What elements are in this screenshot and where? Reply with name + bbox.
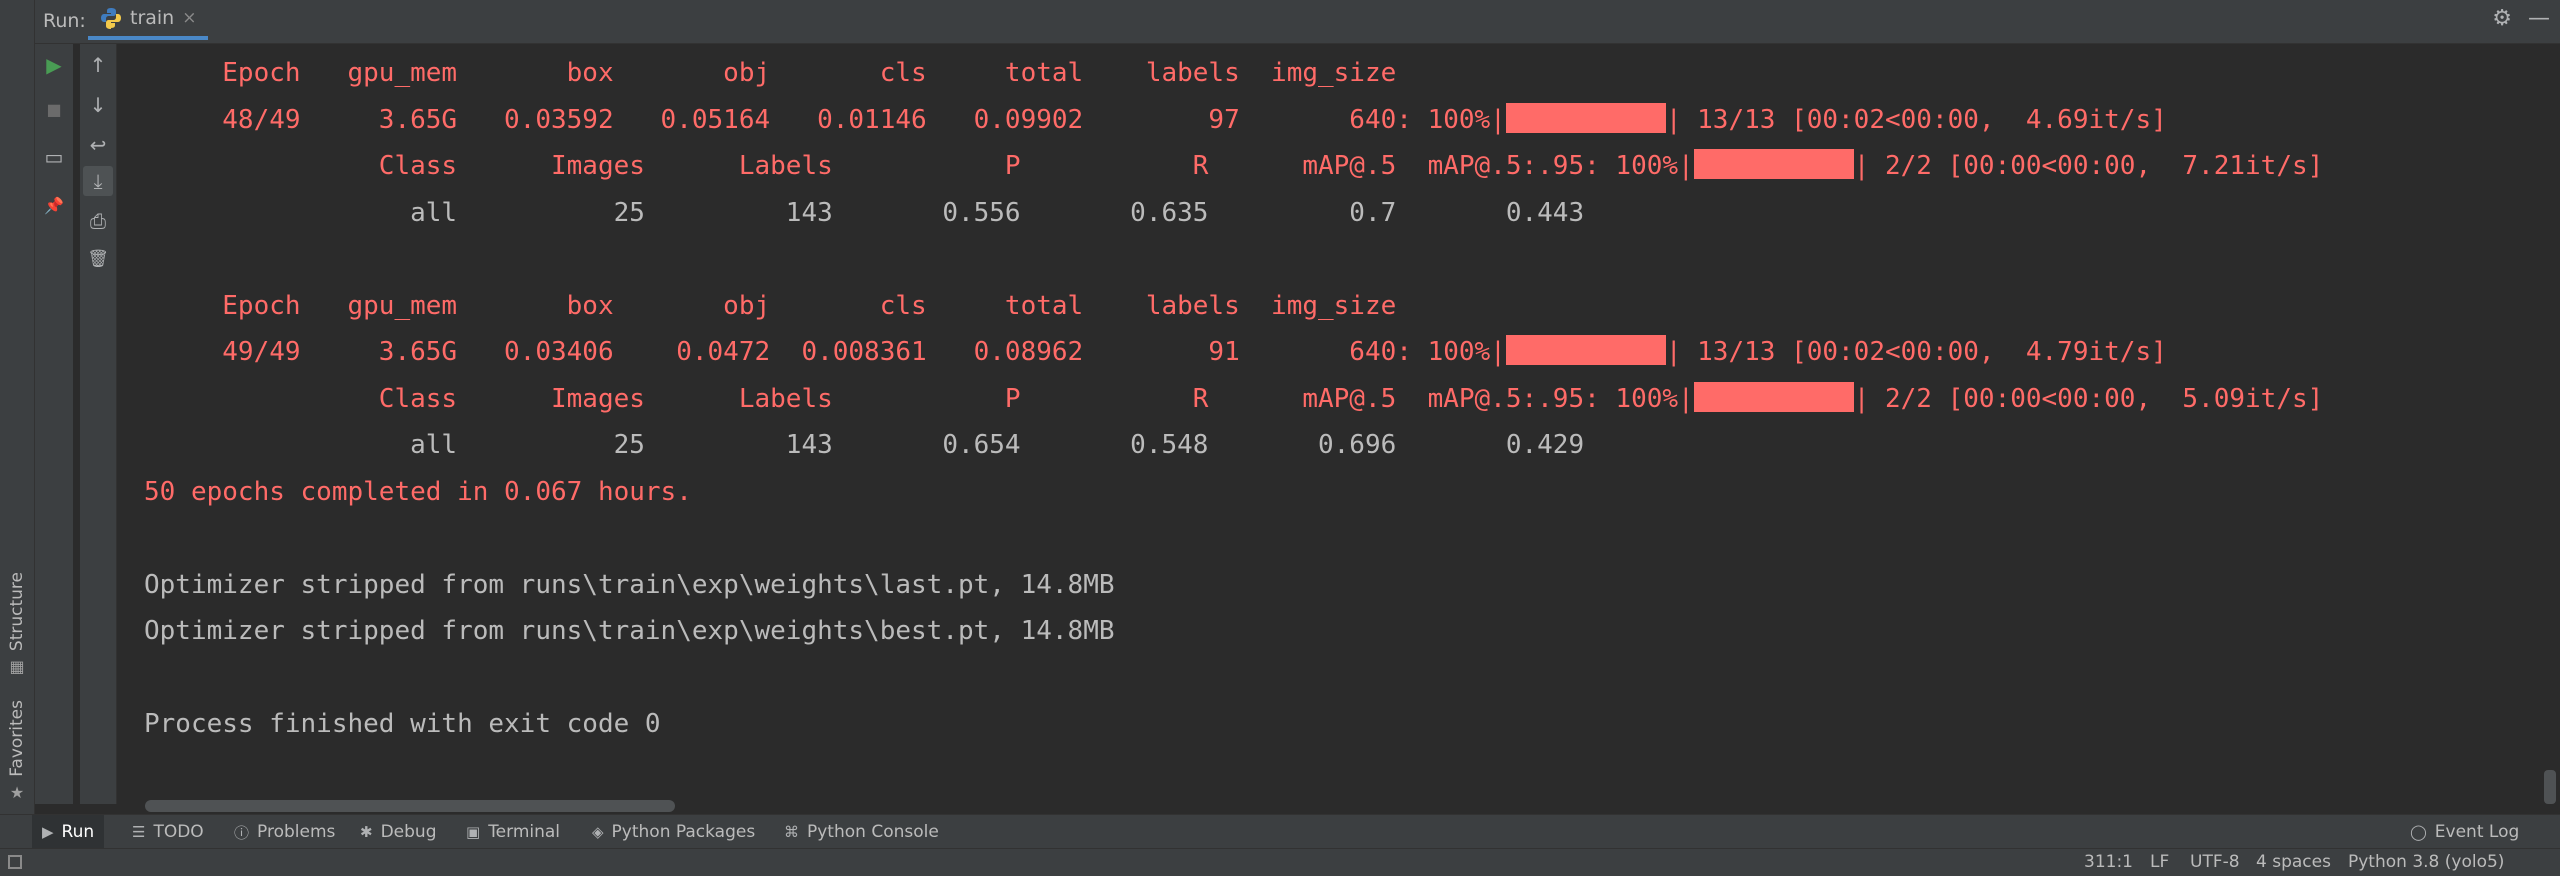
pin-tab-icon[interactable]: 📌 [39, 190, 69, 220]
python-console-icon: ⌘ [784, 823, 799, 841]
indent-setting[interactable]: 4 spaces [2256, 852, 2331, 872]
console-line: 49/49 3.65G 0.03406 0.0472 0.008361 0.08… [144, 329, 2323, 376]
favorites-tab[interactable]: Favorites ★ [3, 700, 31, 802]
console-line: 50 epochs completed in 0.067 hours. [144, 469, 2323, 516]
tab-python-console[interactable]: ⌘ Python Console [784, 815, 939, 849]
run-tool-window-header: Run: train × ⚙ — [35, 0, 2560, 44]
line-separator[interactable]: LF [2150, 852, 2169, 872]
layout-icon[interactable]: ▭ [39, 142, 69, 172]
console-line-text: Optimizer stripped from runs\train\exp\w… [144, 616, 1115, 646]
python-interpreter[interactable]: Python 3.8 (yolo5) [2348, 852, 2504, 872]
file-encoding[interactable]: UTF-8 [2190, 852, 2240, 872]
horizontal-scrollbar-thumb[interactable] [145, 800, 675, 812]
progress-bar-fill [1693, 149, 1854, 179]
console-line-suffix: | 2/2 [00:00<00:00, 7.21it/s] [1853, 151, 2324, 181]
console-line-text: Optimizer stripped from runs\train\exp\w… [144, 569, 1115, 600]
structure-label: Structure [7, 572, 27, 652]
scroll-to-end-icon[interactable]: ⤓ [83, 166, 113, 196]
console-line-suffix: | 13/13 [00:02<00:00, 4.79it/s] [1665, 337, 2167, 367]
run-config-tab-train[interactable]: train × [88, 0, 209, 40]
console-output[interactable]: Epoch gpu_mem box obj cls total labels i… [118, 44, 2542, 804]
console-line-text: all 25 143 0.654 0.548 0.696 0.429 [144, 430, 1585, 460]
structure-tab[interactable]: Structure ▦ [3, 572, 31, 676]
event-log-button[interactable]: ◯ Event Log [2410, 815, 2519, 849]
clear-all-trash-icon[interactable]: 🗑 [83, 244, 113, 274]
console-text: Epoch gpu_mem box obj cls total labels i… [144, 50, 2323, 748]
tab-todo-label: TODO [153, 822, 204, 842]
scroll-down-icon[interactable]: ↓ [83, 90, 113, 120]
star-icon: ★ [9, 782, 25, 802]
run-toolbar-primary: ▶ ■ ▭ 📌 [35, 44, 73, 804]
favorites-label: Favorites [7, 700, 27, 777]
rerun-icon[interactable]: ▶ [39, 50, 69, 80]
print-icon[interactable]: ⎙ [83, 206, 113, 236]
tab-python-console-label: Python Console [807, 822, 939, 842]
console-line: Epoch gpu_mem box obj cls total labels i… [144, 50, 2323, 97]
packages-icon: ◈ [592, 823, 604, 841]
console-line-text: Process finished with exit code 0 [144, 709, 661, 739]
console-line: Process finished with exit code 0 [144, 701, 2323, 748]
run-icon: ▶ [42, 823, 54, 841]
console-line: Epoch gpu_mem box obj cls total labels i… [144, 283, 2323, 330]
run-label: Run: [43, 10, 86, 32]
bottom-tool-tabs: ▶ Run ☰ TODO ⓘ Problems ✱ Debug ▣ Termin… [0, 814, 2560, 849]
console-line: Optimizer stripped from runs\train\exp\w… [144, 608, 2323, 655]
status-bar: 311:1 LF UTF-8 4 spaces Python 3.8 (yolo… [0, 848, 2560, 876]
tab-todo[interactable]: ☰ TODO [132, 815, 204, 849]
console-line-text: Class Images Labels P R mAP@.5 mAP@.5:.9… [144, 383, 1694, 414]
console-line-text: 48/49 3.65G 0.03592 0.05164 0.01146 0.09… [144, 104, 1506, 135]
stop-icon[interactable]: ■ [39, 94, 69, 124]
console-line: Class Images Labels P R mAP@.5 mAP@.5:.9… [144, 376, 2323, 423]
console-line: 48/49 3.65G 0.03592 0.05164 0.01146 0.09… [144, 97, 2323, 144]
progress-bar-fill [1505, 335, 1666, 365]
console-line: Class Images Labels P R mAP@.5 mAP@.5:.9… [144, 143, 2323, 190]
event-log-icon: ◯ [2410, 823, 2427, 841]
event-log-label: Event Log [2434, 822, 2520, 842]
console-line: all 25 143 0.556 0.635 0.7 0.443 [144, 190, 2323, 237]
run-tab-title: train [130, 7, 175, 29]
console-line-text: Class Images Labels P R mAP@.5 mAP@.5:.9… [144, 151, 1694, 181]
console-line-text: 50 epochs completed in 0.067 hours. [144, 476, 692, 507]
tab-run[interactable]: ▶ Run [32, 815, 105, 849]
close-tab-icon[interactable]: × [182, 8, 196, 28]
tab-terminal[interactable]: ▣ Terminal [466, 815, 560, 849]
console-line-text: Epoch gpu_mem box obj cls total labels i… [144, 290, 1397, 321]
console-line: all 25 143 0.654 0.548 0.696 0.429 [144, 422, 2323, 469]
console-line-suffix: | 2/2 [00:00<00:00, 5.09it/s] [1853, 383, 2324, 414]
tab-terminal-label: Terminal [488, 822, 561, 842]
left-tool-strip: Structure ▦ Favorites ★ [0, 0, 35, 848]
tab-python-packages[interactable]: ◈ Python Packages [592, 815, 755, 849]
tab-problems-label: Problems [257, 822, 336, 842]
tab-problems[interactable]: ⓘ Problems [234, 815, 335, 849]
scroll-up-icon[interactable]: ↑ [83, 50, 113, 80]
console-line-suffix: | 13/13 [00:02<00:00, 4.69it/s] [1665, 104, 2167, 135]
terminal-icon: ▣ [466, 823, 481, 841]
progress-bar-fill [1505, 102, 1666, 133]
tab-debug-label: Debug [380, 822, 437, 842]
problems-info-icon: ⓘ [234, 823, 250, 842]
hide-minimize-icon[interactable]: — [2528, 6, 2550, 31]
tab-python-packages-label: Python Packages [611, 822, 756, 842]
soft-wrap-icon[interactable]: ↩ [83, 130, 113, 160]
caret-position[interactable]: 311:1 [2084, 852, 2133, 872]
progress-bar-fill [1693, 381, 1854, 412]
run-toolbar-secondary: ↑ ↓ ↩ ⤓ ⎙ 🗑 [80, 44, 117, 804]
toggle-tool-windows-icon[interactable] [8, 855, 22, 869]
todo-list-icon: ☰ [132, 823, 146, 841]
structure-icon: ▦ [9, 657, 25, 677]
console-line-text: Epoch gpu_mem box obj cls total labels i… [144, 58, 1397, 88]
console-line: Optimizer stripped from runs\train\exp\w… [144, 562, 2323, 609]
console-line-text: 49/49 3.65G 0.03406 0.0472 0.008361 0.08… [144, 337, 1506, 367]
console-line-text: all 25 143 0.556 0.635 0.7 0.443 [144, 197, 1585, 228]
tab-run-label: Run [61, 822, 95, 842]
python-icon [101, 8, 121, 29]
tab-debug[interactable]: ✱ Debug [360, 815, 436, 849]
settings-gear-icon[interactable]: ⚙ [2492, 6, 2512, 31]
vertical-scrollbar-thumb[interactable] [2544, 770, 2556, 804]
debug-bug-icon: ✱ [360, 823, 373, 841]
